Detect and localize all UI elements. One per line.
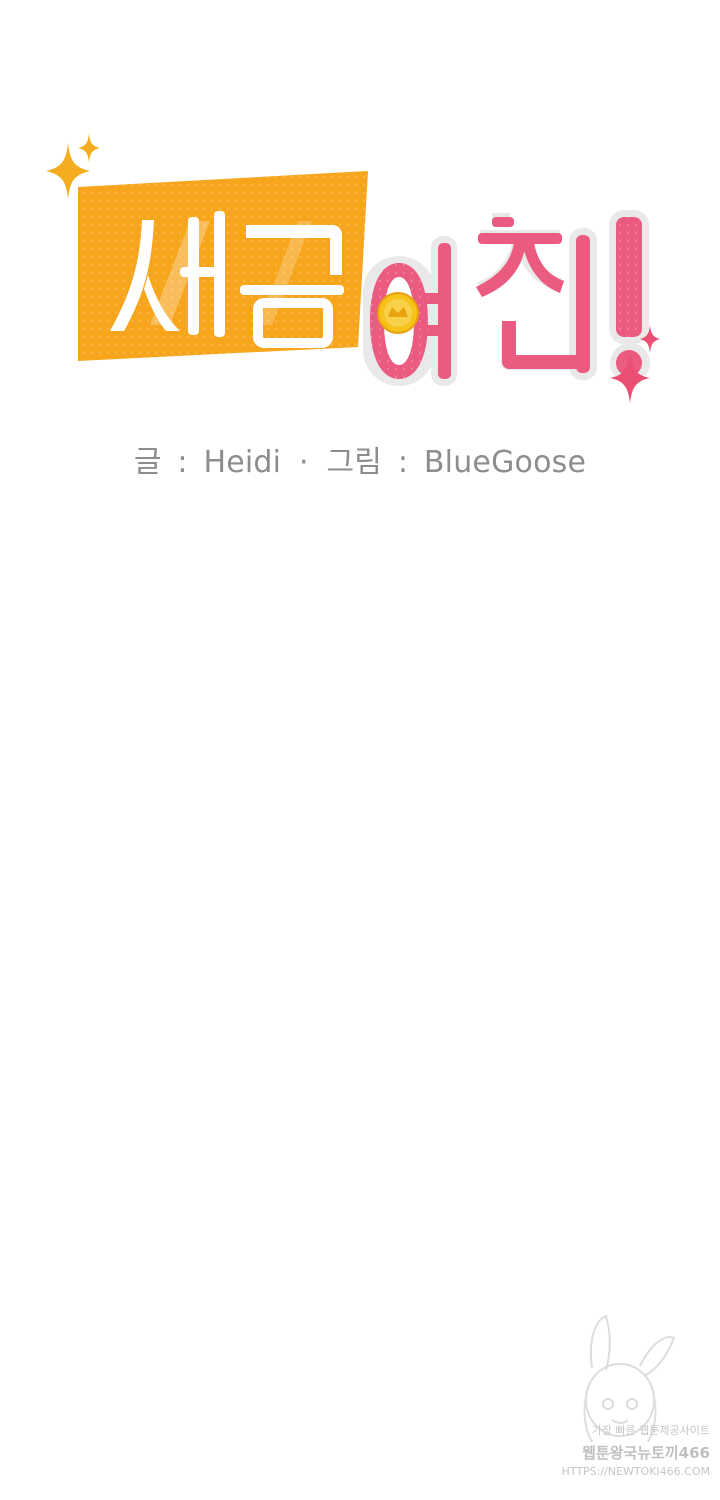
comic-page: 글 : Heidi · 그림 : BlueGoose 가장 빠른 웹툰제공사이트… bbox=[0, 0, 720, 1500]
artist-label: 그림 bbox=[326, 445, 383, 480]
artist-colon: : bbox=[397, 445, 409, 480]
credits-separator: · bbox=[298, 445, 309, 480]
writer-colon: : bbox=[177, 445, 188, 480]
watermark-url: HTTPS://NEWTOKI466.COM bbox=[561, 1465, 710, 1478]
title-orange-box bbox=[78, 171, 368, 361]
title-logo bbox=[46, 133, 660, 403]
writer-name: Heidi bbox=[203, 445, 282, 480]
credits-line: 글 : Heidi · 그림 : BlueGoose bbox=[0, 437, 720, 481]
coin-icon bbox=[377, 292, 419, 334]
artist-name: BlueGoose bbox=[423, 445, 587, 480]
watermark-site-name: 웹툰왕국뉴토끼466 bbox=[582, 1444, 710, 1462]
watermark-tagline: 가장 빠른 웹툰제공사이트 bbox=[591, 1424, 710, 1437]
writer-label: 글 bbox=[133, 445, 162, 480]
